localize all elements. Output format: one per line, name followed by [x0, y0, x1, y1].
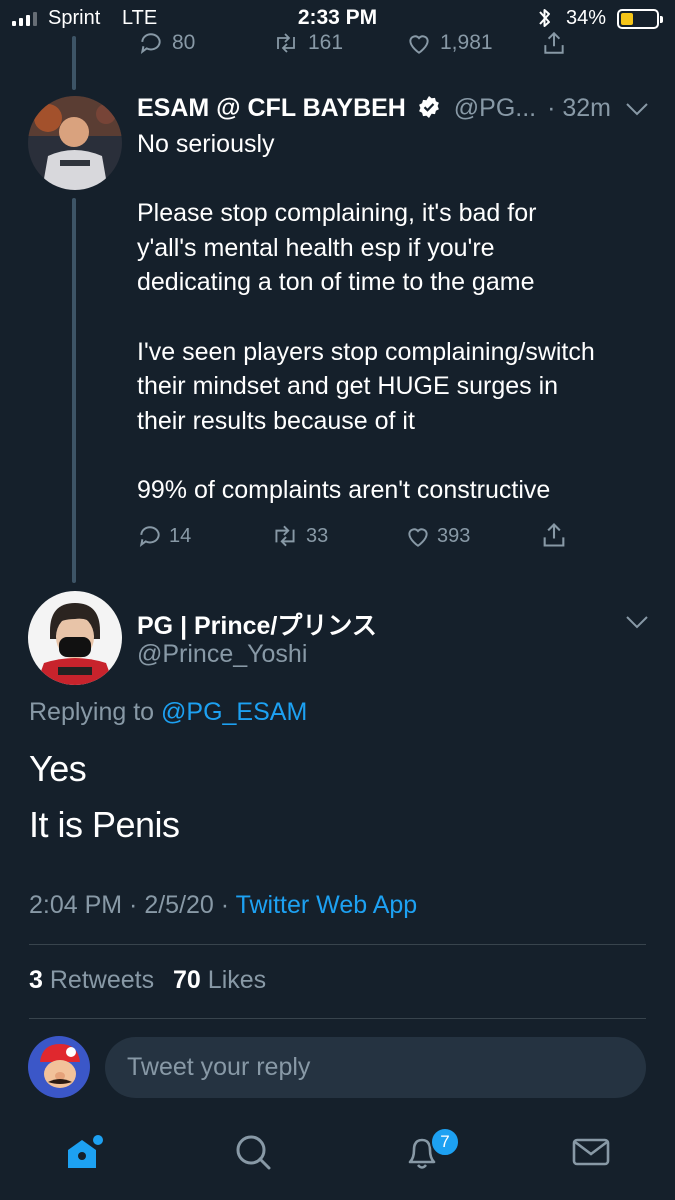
- retweets-stat[interactable]: 3 Retweets: [29, 966, 161, 994]
- parent-handle[interactable]: @PG...: [454, 94, 536, 122]
- main-tweet-line2: It is Penis: [29, 804, 180, 845]
- user-avatar[interactable]: [28, 1036, 90, 1098]
- parent-more-chevron-icon[interactable]: [624, 100, 650, 123]
- retweet-icon: [275, 525, 295, 547]
- tweet-source-link[interactable]: Twitter Web App: [236, 891, 418, 919]
- parent-display-name[interactable]: ESAM @ CFL BAYBEH: [137, 94, 406, 122]
- thread-line-middle: [72, 198, 76, 583]
- likes-stat[interactable]: 70 Likes: [173, 966, 266, 994]
- like-count: 70: [173, 966, 201, 994]
- tweet-meta: 2:04 PM · 2/5/20 · Twitter Web App: [29, 891, 417, 920]
- parent-retweet-button[interactable]: 33: [270, 523, 328, 549]
- search-icon: [236, 1135, 271, 1170]
- previous-retweet-count: 161: [308, 31, 344, 54]
- parent-tweet-text: No seriously Please stop complaining, it…: [137, 130, 595, 504]
- mail-icon: [572, 1138, 610, 1166]
- replying-to-handle-link[interactable]: @PG_ESAM: [161, 698, 307, 726]
- tab-home[interactable]: [62, 1130, 106, 1174]
- notification-badge: 7: [430, 1127, 460, 1157]
- share-icon: [544, 31, 564, 54]
- heart-icon: [409, 35, 429, 54]
- reply-composer[interactable]: [105, 1037, 646, 1098]
- previous-reply-count: 80: [172, 31, 196, 54]
- parent-retweet-count: 33: [306, 524, 329, 547]
- main-handle[interactable]: @Prince_Yoshi: [137, 640, 307, 669]
- tweet-reply-input[interactable]: [105, 1037, 646, 1098]
- previous-like-button[interactable]: 1,981: [406, 30, 493, 54]
- previous-share-button[interactable]: [540, 30, 568, 54]
- engagement-stats: 3 Retweets 70 Likes: [29, 966, 266, 995]
- retweet-icon: [277, 33, 295, 53]
- parent-age: · 32m: [547, 94, 611, 122]
- thread-line-top: [72, 36, 76, 90]
- main-tweet-line1: Yes: [29, 748, 87, 789]
- reply-icon: [139, 526, 160, 547]
- divider: [29, 1018, 646, 1019]
- retweets-label: Retweets: [49, 966, 155, 994]
- main-more-chevron-icon[interactable]: [624, 613, 650, 636]
- share-icon: [543, 523, 565, 547]
- replying-prefix: Replying to: [29, 698, 155, 726]
- retweet-count: 3: [29, 966, 43, 994]
- parent-share-button[interactable]: [540, 521, 568, 549]
- divider: [29, 944, 646, 945]
- previous-tweet-actions: 80 161 1,981: [0, 24, 675, 54]
- tab-messages[interactable]: [569, 1130, 613, 1174]
- previous-like-count: 1,981: [440, 31, 493, 54]
- tab-search[interactable]: [231, 1130, 275, 1174]
- main-display-name[interactable]: PG | Prince/プリンス: [137, 606, 377, 642]
- previous-retweet-button[interactable]: 161: [272, 30, 343, 54]
- parent-reply-button[interactable]: 14: [137, 523, 191, 549]
- likes-label: Likes: [207, 966, 267, 994]
- prince-avatar[interactable]: [28, 591, 122, 685]
- reply-icon: [140, 33, 161, 54]
- home-icon: [68, 1135, 103, 1168]
- heart-icon: [408, 528, 428, 547]
- parent-like-count: 393: [437, 524, 471, 547]
- esam-avatar[interactable]: [28, 96, 122, 190]
- tweet-timestamp: 2:04 PM · 2/5/20 ·: [29, 891, 230, 919]
- previous-reply-button[interactable]: 80: [138, 30, 195, 54]
- parent-like-button[interactable]: 393: [405, 523, 470, 549]
- replying-to: Replying to @PG_ESAM: [29, 698, 307, 727]
- parent-tweet-header: ESAM @ CFL BAYBEH @PG... · 32m: [137, 94, 657, 128]
- parent-reply-count: 14: [169, 524, 192, 547]
- verified-badge-icon: [417, 95, 441, 126]
